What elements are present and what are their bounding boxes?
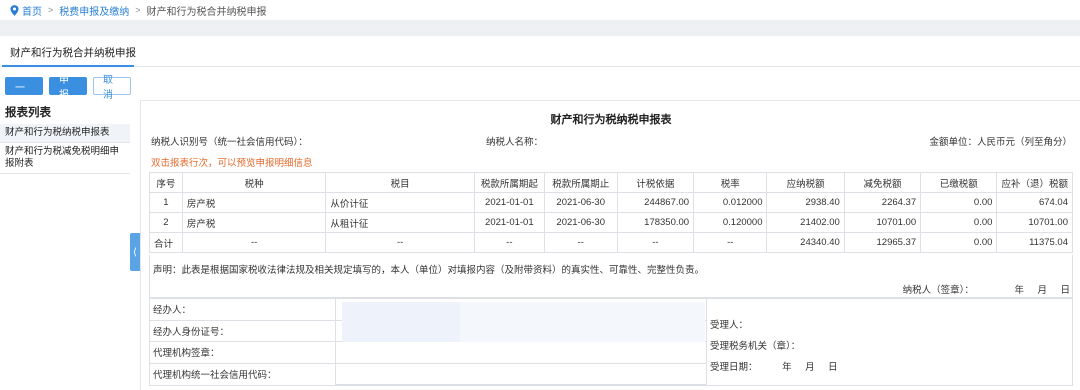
cell-basis: 178350.00 xyxy=(616,212,695,233)
cell-paid: 0.00 xyxy=(920,232,998,253)
toolbar: 上一步 申报 取消 xyxy=(5,68,131,109)
agency-seal-field[interactable] xyxy=(336,342,706,364)
taxpayer-sign-label: 纳税人（签章）： xyxy=(902,285,974,296)
redacted-area xyxy=(342,302,460,342)
col-header: 税目 xyxy=(325,172,475,193)
col-header: 减免税额 xyxy=(843,172,922,193)
agent-id-label: 经办人身份证号： xyxy=(150,321,335,342)
cell-due: 10701.00 xyxy=(996,212,1073,233)
prev-step-button[interactable]: 上一步 xyxy=(5,68,43,109)
cell-total-label: 合计 xyxy=(149,232,183,253)
location-pin-icon xyxy=(10,4,19,16)
breadcrumb-separator-icon: > xyxy=(135,5,141,15)
agency-seal-label: 代理机构签章： xyxy=(150,342,335,364)
cell-tax-item: 从价计征 xyxy=(325,192,475,213)
breadcrumb: 首页 > 税费申报及缴纳 > 财产和行为税合并纳税申报 xyxy=(0,0,1080,20)
cell-rate: 0.120000 xyxy=(693,212,768,233)
tax-office-label: 受理税务机关（章）： xyxy=(710,341,801,352)
col-header: 税款所属期止 xyxy=(543,172,618,193)
taxpayer-sign-line: 纳税人（签章）： 年 月 日 xyxy=(903,282,1072,296)
cell-due: 11375.04 xyxy=(996,232,1073,253)
sidebar-item-tax-return[interactable]: 财产和行为税纳税申报表 xyxy=(0,124,130,143)
submit-button[interactable]: 申报 xyxy=(49,75,87,101)
agency-code-field[interactable] xyxy=(336,364,706,385)
receiver-label: 受理人： xyxy=(710,320,749,331)
breadcrumb-current: 财产和行为税合并纳税申报 xyxy=(146,6,267,18)
col-header: 应纳税额 xyxy=(766,172,845,193)
header-spacer xyxy=(0,20,1080,36)
collapse-sidebar-handle[interactable]: ⟨ xyxy=(130,233,140,271)
chevron-left-icon: ⟨ xyxy=(133,246,137,258)
cell-tax-item: -- xyxy=(325,232,475,253)
col-header: 税款所属期起 xyxy=(473,172,545,193)
breadcrumb-tax-filing-link[interactable]: 税费申报及缴纳 xyxy=(59,3,129,18)
cell-basis: 244867.00 xyxy=(616,192,695,213)
cell-payable: 24340.40 xyxy=(766,232,845,253)
taxpayer-id-label: 纳税人识别号（统一社会信用代码）： xyxy=(151,137,308,148)
redacted-area xyxy=(460,302,705,342)
col-header: 已缴税额 xyxy=(920,172,998,193)
cell-payable: 21402.00 xyxy=(766,212,845,233)
cell-rate: -- xyxy=(693,232,768,253)
sidebar-title: 报表列表 xyxy=(5,107,51,119)
cell-period-end: 2021-06-30 xyxy=(543,212,618,233)
cell-tax-item: 从租计征 xyxy=(325,212,475,233)
col-header: 应补（退）税额 xyxy=(996,172,1073,193)
table-row[interactable]: 1 房产税 从价计征 2021-01-01 2021-06-30 244867.… xyxy=(149,192,1073,213)
cancel-button[interactable]: 取消 xyxy=(93,75,131,101)
cell-tax-type: 房产税 xyxy=(181,192,327,213)
receive-date-line: 受理日期： 年 月 日 xyxy=(710,359,840,373)
col-header: 序号 xyxy=(149,172,183,193)
agency-code-label: 代理机构统一社会信用代码： xyxy=(153,370,277,382)
cell-tax-type: 房产税 xyxy=(181,212,327,233)
cell-period-end: -- xyxy=(543,232,618,253)
agent-labels: 经办人： 经办人身份证号： 代理机构签章： 代理机构统一社会信用代码： xyxy=(150,299,335,385)
cell-period-end: 2021-06-30 xyxy=(543,192,618,213)
cell-paid: 0.00 xyxy=(920,192,998,213)
amount-unit-label: 金额单位：人民币元（列至角分） xyxy=(929,137,1072,148)
cell-period-start: -- xyxy=(473,232,545,253)
report-content: 财产和行为税纳税申报表 纳税人识别号（统一社会信用代码）： 纳税人名称： 金额单… xyxy=(140,100,1080,390)
cell-rate: 0.012000 xyxy=(693,192,768,213)
col-header: 计税依据 xyxy=(616,172,695,193)
table-row[interactable]: 2 房产税 从租计征 2021-01-01 2021-06-30 178350.… xyxy=(149,212,1073,233)
cell-relief: 2264.37 xyxy=(843,192,922,213)
acceptance-grid: 经办人： 经办人身份证号： 代理机构签章： 代理机构统一社会信用代码： 受理人：… xyxy=(149,298,1073,386)
col-header: 税率 xyxy=(693,172,768,193)
cell-period-start: 2021-01-01 xyxy=(473,192,545,213)
declaration-text: 声明：此表是根据国家税收法律法规及相关规定填写的，本人（单位）对填报内容（及附带… xyxy=(153,265,705,276)
cell-tax-type: -- xyxy=(181,232,327,253)
cell-relief: 10701.00 xyxy=(843,212,922,233)
page-title[interactable]: 财产和行为税合并纳税申报 xyxy=(10,45,136,60)
sidebar-item-relief-schedule[interactable]: 财产和行为税减免税明细申报附表 xyxy=(0,143,130,174)
cell-basis: -- xyxy=(616,232,695,253)
page-tab-bar: 财产和行为税合并纳税申报 xyxy=(0,36,1080,67)
receive-date-label: 受理日期： xyxy=(710,362,758,373)
cell-period-start: 2021-01-01 xyxy=(473,212,545,233)
receive-date-value: 年 月 日 xyxy=(782,362,840,373)
form-title: 财产和行为税纳税申报表 xyxy=(550,114,672,126)
declaration-box: 声明：此表是根据国家税收法律法规及相关规定填写的，本人（单位）对填报内容（及附带… xyxy=(149,255,1073,298)
table-total-row: 合计 -- -- -- -- -- -- 24340.40 12965.37 0… xyxy=(149,232,1073,253)
cell-relief: 12965.37 xyxy=(843,232,922,253)
cell-due: 674.04 xyxy=(996,192,1073,213)
taxpayer-name-label: 纳税人名称： xyxy=(486,137,544,148)
cell-no: 2 xyxy=(149,212,183,233)
acceptance-panel: 受理人： 受理税务机关（章）： 受理日期： 年 月 日 xyxy=(707,299,1072,385)
col-header: 税种 xyxy=(181,172,327,193)
cell-paid: 0.00 xyxy=(920,212,998,233)
agent-label: 经办人： xyxy=(150,299,335,321)
tax-table: 序号 税种 税目 税款所属期起 税款所属期止 计税依据 税率 应纳税额 减免税额… xyxy=(149,172,1073,253)
breadcrumb-home-link[interactable]: 首页 xyxy=(22,3,42,18)
cell-no: 1 xyxy=(149,192,183,213)
report-list-sidebar: 报表列表 财产和行为税纳税申报表 财产和行为税减免税明细申报附表 xyxy=(0,100,130,390)
breadcrumb-separator-icon: > xyxy=(48,5,54,15)
table-header-row: 序号 税种 税目 税款所属期起 税款所属期止 计税依据 税率 应纳税额 减免税额… xyxy=(149,172,1073,193)
hint-text: 双击报表行次，可以预览申报明细信息 xyxy=(151,158,313,169)
sign-date: 年 月 日 xyxy=(1014,285,1072,296)
agent-values xyxy=(335,299,707,385)
cell-payable: 2938.40 xyxy=(766,192,845,213)
